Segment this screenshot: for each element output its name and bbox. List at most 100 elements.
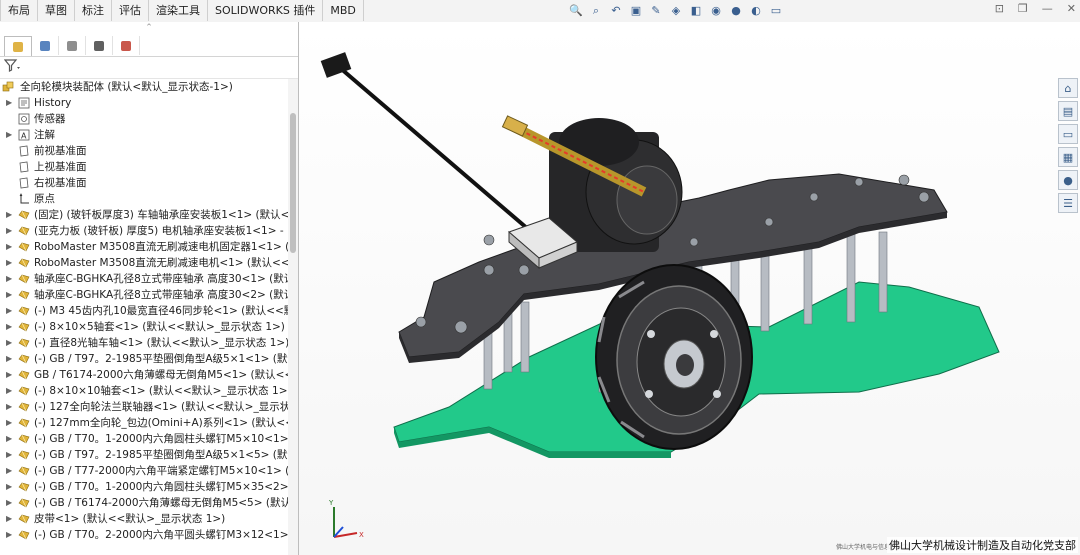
expand-arrow-icon[interactable]: ▶ [6, 495, 14, 511]
tree-item[interactable]: ▶ (-) GB / T77-2000内六角平端紧定螺钉M5×10<1> (默认 [0, 463, 288, 479]
hide-show-icon[interactable]: ◉ [708, 3, 724, 18]
tree-item[interactable]: ▶ 轴承座C-BGHKA孔径8立式带座轴承 高度30<1> (默认< [0, 271, 288, 287]
tree-item[interactable]: ▶ (-) 直径8光轴车轴<1> (默认<<默认>_显示状态 1>) [0, 335, 288, 351]
tab-0[interactable]: 布局 [0, 0, 38, 21]
tree-item[interactable]: ▶ RoboMaster M3508直流无刷减速电机<1> (默认<<默 [0, 255, 288, 271]
tree-root-assembly[interactable]: 全向轮模块装配体 (默认<默认_显示状态-1>) [0, 79, 288, 95]
tab-1[interactable]: 草图 [38, 0, 75, 21]
expand-arrow-icon[interactable]: ▶ [6, 239, 14, 255]
appearance-icon[interactable]: ● [728, 3, 744, 18]
expand-arrow-icon[interactable]: ▶ [6, 367, 14, 383]
home-icon[interactable]: ⌂ [1058, 78, 1078, 98]
tree-item-label: 轴承座C-BGHKA孔径8立式带座轴承 高度30<1> (默认< [34, 273, 288, 285]
display-style-icon[interactable]: ◧ [688, 3, 704, 18]
assembly-model-view[interactable]: Y X [299, 22, 1080, 555]
expand-arrow-icon[interactable]: ▶ [6, 399, 14, 415]
tree-item[interactable]: 传感器 [0, 111, 288, 127]
scene-icon[interactable]: ◐ [748, 3, 764, 18]
expand-arrow-icon[interactable]: ▶ [6, 223, 14, 239]
property-manager-icon[interactable] [32, 36, 59, 55]
appearances-icon[interactable]: ● [1058, 170, 1078, 190]
minimize-icon[interactable]: — [1042, 2, 1053, 15]
expand-arrow-icon[interactable]: ▶ [6, 207, 14, 223]
expand-arrow-icon[interactable]: ▶ [6, 319, 14, 335]
custom-properties-icon[interactable]: ☰ [1058, 193, 1078, 213]
tree-item[interactable]: ▶ (固定) (玻钎板厚度3) 车轴轴承座安装板1<1> (默认<< [0, 207, 288, 223]
tree-item[interactable]: ▶ (-) 127全向轮法兰联轴器<1> (默认<<默认>_显示状态 [0, 399, 288, 415]
expand-arrow-icon[interactable]: ▶ [6, 511, 14, 527]
restore-pane-icon[interactable]: ⊡ [995, 2, 1004, 15]
tree-item[interactable]: ▶ GB / T6174-2000六角薄螺母无倒角M5<1> (默认<<默 [0, 367, 288, 383]
motor-cable [337, 65, 551, 249]
tree-item[interactable]: ▶ (-) M3 45齿内孔10最宽直径46同步轮<1> (默认<<默认 [0, 303, 288, 319]
filter-icon[interactable] [3, 59, 20, 76]
tree-item[interactable]: ▶ (-) 8×10×10轴套<1> (默认<<默认>_显示状态 1>) [0, 383, 288, 399]
expand-arrow-icon[interactable]: ▶ [6, 287, 14, 303]
tree-item[interactable]: 右视基准面 [0, 175, 288, 191]
tree-item[interactable]: ▶ (-) GB / T97。2-1985平垫圈倒角型A级5×1<5> (默认<< [0, 447, 288, 463]
feature-manager-icon[interactable] [4, 36, 32, 56]
tree-item[interactable]: ▶ 轴承座C-BGHKA孔径8立式带座轴承 高度30<2> (默认< [0, 287, 288, 303]
expand-arrow-icon[interactable]: ▶ [6, 447, 14, 463]
tab-2[interactable]: 标注 [75, 0, 112, 21]
tree-item[interactable]: ▶ History [0, 95, 288, 111]
tree-item[interactable]: ▶ (-) 127mm全向轮_包边(Omini+A)系列<1> (默认<<默认 [0, 415, 288, 431]
part-icon [18, 513, 30, 525]
close-icon[interactable]: ✕ [1067, 2, 1076, 15]
section-view-icon[interactable]: ▣ [628, 3, 644, 18]
file-explorer-icon[interactable]: ▭ [1058, 124, 1078, 144]
tree-item-label: 皮带<1> (默认<<默认>_显示状态 1>) [34, 513, 226, 525]
tree-item[interactable]: ▶ (-) GB / T70。1-2000内六角圆柱头螺钉M5×10<1> (默 [0, 431, 288, 447]
expand-arrow-icon[interactable]: ▶ [6, 383, 14, 399]
tab-6[interactable]: MBD [323, 0, 364, 21]
expand-arrow-icon[interactable]: ▶ [6, 463, 14, 479]
expand-arrow-icon[interactable]: ▶ [6, 271, 14, 287]
expand-arrow-icon[interactable]: ▶ [6, 95, 14, 111]
tree-item[interactable]: 上视基准面 [0, 159, 288, 175]
tree-item[interactable]: ▶ (-) GB / T6174-2000六角薄螺母无倒角M5<5> (默认<- [0, 495, 288, 511]
tree-item[interactable]: ▶ (亚克力板 (玻钎板) 厚度5) 电机轴承座安装板1<1> - [0, 223, 288, 239]
tree-scrollbar-thumb[interactable] [290, 113, 296, 253]
view-orientation-icon[interactable]: ◈ [668, 3, 684, 18]
expand-arrow-icon[interactable]: ▶ [6, 351, 14, 367]
expand-arrow-icon[interactable]: ▶ [6, 415, 14, 431]
tab-4[interactable]: 渲染工具 [149, 0, 208, 21]
tree-item[interactable]: ▶ 皮带<1> (默认<<默认>_显示状态 1>) [0, 511, 288, 527]
zoom-to-fit-icon[interactable]: 🔍 [568, 3, 584, 18]
panel-tabs [0, 36, 298, 57]
view-settings-icon[interactable]: ▭ [768, 3, 784, 18]
view-palette-icon[interactable]: ▦ [1058, 147, 1078, 167]
expand-arrow-icon[interactable]: ▶ [6, 255, 14, 271]
tile-icon[interactable]: ❐ [1018, 2, 1028, 15]
expand-arrow-icon[interactable]: ▶ [6, 431, 14, 447]
expand-arrow-icon[interactable]: ▶ [6, 527, 14, 543]
configuration-manager-icon[interactable] [59, 36, 86, 55]
zoom-area-icon[interactable]: ⌕ [588, 3, 604, 18]
tab-5[interactable]: SOLIDWORKS 插件 [208, 0, 324, 21]
dimxpert-icon[interactable] [86, 36, 113, 55]
plane-icon [18, 161, 30, 173]
panel-collapse-handle[interactable]: ⌃ [0, 22, 298, 36]
tree-item[interactable]: ▶ RoboMaster M3508直流无刷减速电机固定器1<1> (默 [0, 239, 288, 255]
display-manager-icon[interactable] [113, 36, 140, 55]
tree-item-label: 上视基准面 [34, 161, 87, 173]
tree-item-label: 轴承座C-BGHKA孔径8立式带座轴承 高度30<2> (默认< [34, 289, 288, 301]
tree-item[interactable]: ▶ (-) GB / T70。2-2000内六角平圆头螺钉M3×12<1> (默 [0, 527, 288, 543]
previous-view-icon[interactable]: ↶ [608, 3, 624, 18]
tree-item[interactable]: 原点 [0, 191, 288, 207]
tree-item[interactable]: ▶ A 注解 [0, 127, 288, 143]
graphics-area[interactable]: Y X ⌂ ▤ ▭ ▦ ● ☰ 佛山大学机电与信息工程学院 佛山大学机械设计制造及自动化党… [299, 22, 1080, 555]
tree-item-label: (-) GB / T6174-2000六角薄螺母无倒角M5<5> (默认<- [34, 497, 288, 509]
tree-scrollbar[interactable] [288, 79, 298, 555]
tree-item[interactable]: ▶ (-) GB / T70。1-2000内六角圆柱头螺钉M5×35<2> (默 [0, 479, 288, 495]
expand-arrow-icon[interactable]: ▶ [6, 127, 14, 143]
tab-3[interactable]: 评估 [112, 0, 149, 21]
tree-item[interactable]: ▶ (-) GB / T97。2-1985平垫圈倒角型A级5×1<1> (默认<< [0, 351, 288, 367]
expand-arrow-icon[interactable]: ▶ [6, 335, 14, 351]
tree-item[interactable]: 前视基准面 [0, 143, 288, 159]
design-library-icon[interactable]: ▤ [1058, 101, 1078, 121]
tree-item[interactable]: ▶ (-) 8×10×5轴套<1> (默认<<默认>_显示状态 1>) [0, 319, 288, 335]
expand-arrow-icon[interactable]: ▶ [6, 479, 14, 495]
expand-arrow-icon[interactable]: ▶ [6, 303, 14, 319]
dynamic-annotation-icon[interactable]: ✎ [648, 3, 664, 18]
